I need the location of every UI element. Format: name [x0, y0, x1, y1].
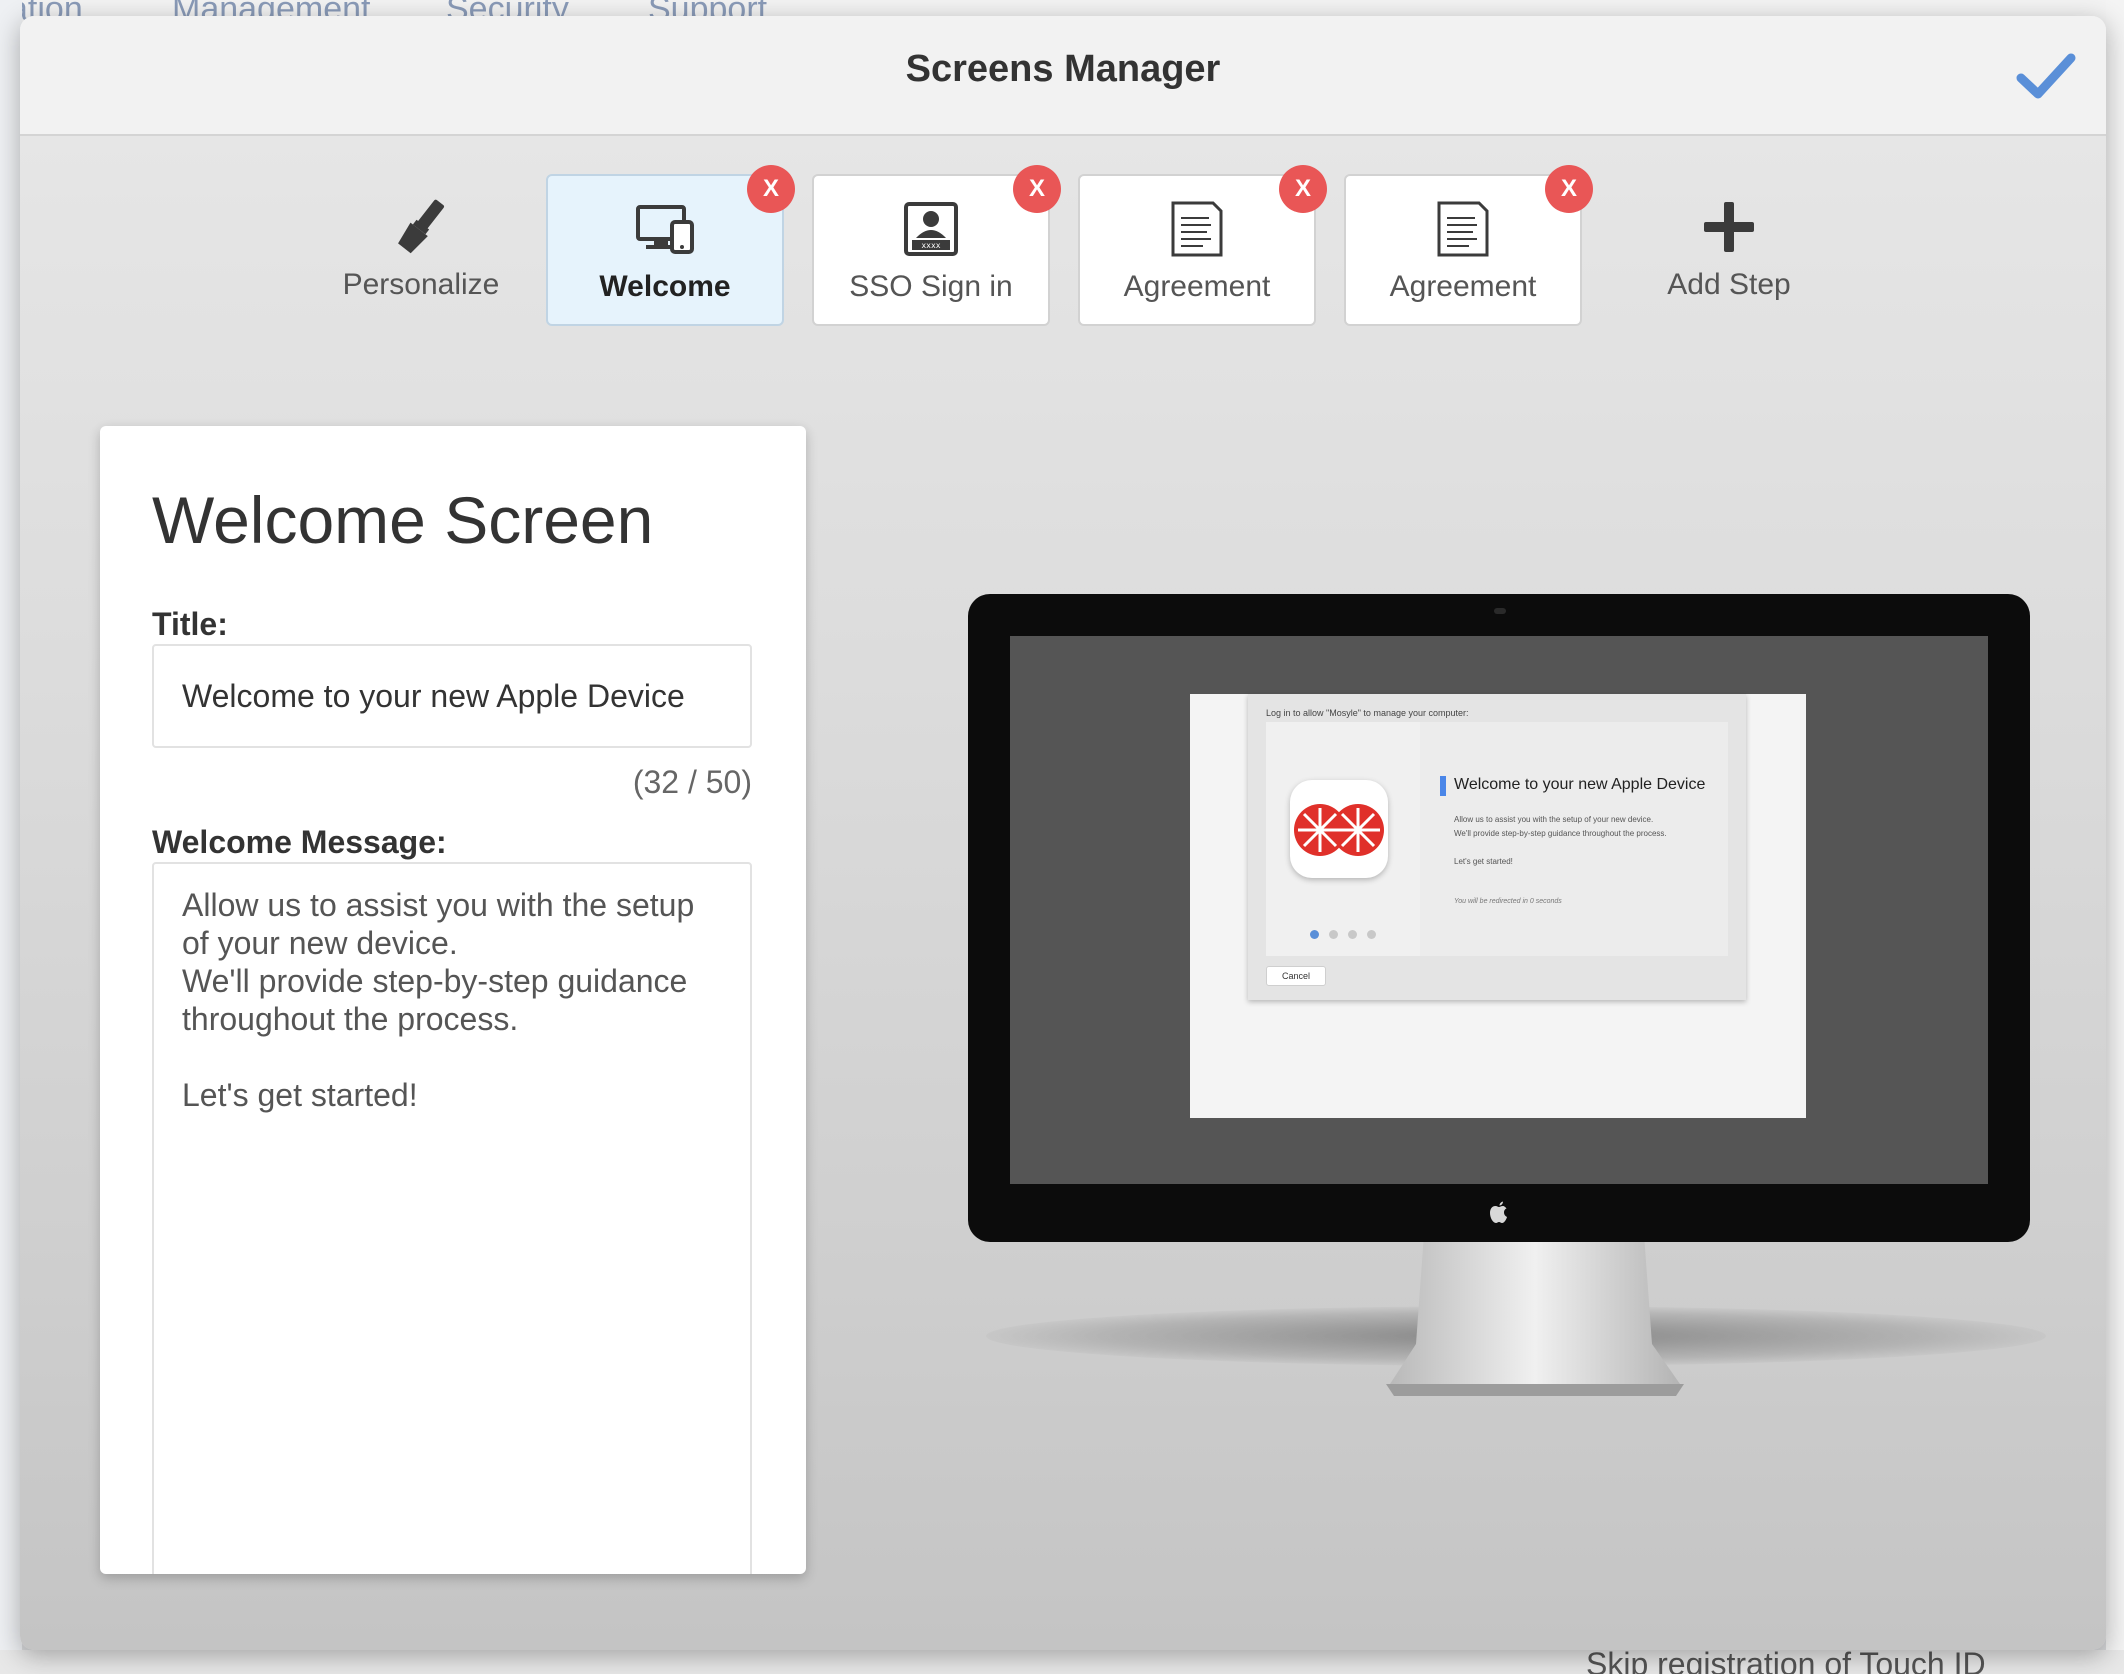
screens-manager-modal: Screens Manager Personalize Welcome X xx…: [20, 16, 2106, 1650]
welcome-message-label: Welcome Message:: [152, 824, 447, 860]
step-label: Welcome: [599, 270, 731, 303]
preview-line-3: Let's get started!: [1454, 857, 1513, 866]
welcome-message-textarea[interactable]: Allow us to assist you with the setup of…: [152, 862, 752, 1574]
remove-step-agreement-2-button[interactable]: X: [1545, 165, 1593, 213]
remove-step-agreement-1-button[interactable]: X: [1279, 165, 1327, 213]
background-bottom-edge: Skip registration of Touch ID: [0, 1646, 2124, 1674]
page-dot: [1367, 930, 1376, 939]
step-label: Personalize: [342, 268, 500, 301]
page-dot: [1348, 930, 1357, 939]
preview-title-accent: [1440, 776, 1446, 796]
imac-preview: Log in to allow "Mosyle" to manage your …: [968, 594, 2030, 1242]
preview-prompt: Log in to allow "Mosyle" to manage your …: [1266, 708, 1469, 718]
page-dot: [1310, 930, 1319, 939]
step-label: SSO Sign in: [849, 270, 1013, 303]
step-label: Agreement: [1389, 270, 1537, 303]
page-dot: [1329, 930, 1338, 939]
preview-title: Welcome to your new Apple Device: [1454, 776, 1706, 793]
modal-title: Screens Manager: [905, 48, 1221, 90]
bg-bottom-text: Skip registration of Touch ID: [1586, 1646, 1986, 1674]
welcome-screen-editor: Welcome Screen Title: (32 / 50) Welcome …: [100, 426, 806, 1574]
title-char-count: (32 / 50): [632, 764, 752, 800]
mosyle-app-icon: [1290, 780, 1388, 878]
document-icon: [1171, 201, 1223, 257]
title-input[interactable]: [152, 644, 752, 748]
step-personalize[interactable]: Personalize: [302, 174, 540, 326]
paintbrush-icon: [398, 199, 445, 254]
modal-header: Screens Manager: [20, 16, 2106, 136]
preview-line-2: We'll provide step-by-step guidance thro…: [1454, 829, 1667, 838]
title-label: Title:: [152, 606, 228, 642]
remove-step-welcome-button[interactable]: X: [747, 165, 795, 213]
plus-icon: [1704, 202, 1754, 252]
preview-line-1: Allow us to assist you with the setup of…: [1454, 815, 1654, 824]
add-step-button[interactable]: Add Step: [1610, 174, 1848, 326]
preview-dialog: Log in to allow "Mosyle" to manage your …: [1190, 694, 1806, 1118]
remove-step-sso-button[interactable]: X: [1013, 165, 1061, 213]
document-icon: [1437, 201, 1489, 257]
preview-panel: Welcome to your new Apple Device Allow u…: [1266, 722, 1728, 956]
monitor-stand: [1386, 1234, 1684, 1396]
camera-dot: [1494, 608, 1506, 614]
page-indicator: [1310, 926, 1386, 944]
step-label: Add Step: [1667, 268, 1791, 301]
editor-heading: Welcome Screen: [152, 483, 654, 557]
preview-icon-pane: [1266, 722, 1420, 956]
imac-screen: Log in to allow "Mosyle" to manage your …: [1010, 636, 1988, 1184]
preview-window: Log in to allow "Mosyle" to manage your …: [1248, 694, 1746, 1000]
svg-text:xxxx: xxxx: [921, 241, 940, 250]
user-card-icon: xxxx: [904, 202, 958, 256]
devices-icon: [636, 205, 694, 254]
preview-redirect-note: You will be redirected in 0 seconds: [1454, 898, 1562, 905]
step-label: Agreement: [1123, 270, 1271, 303]
background-left-edge: [0, 0, 22, 1674]
preview-cancel-button: Cancel: [1266, 966, 1326, 986]
background-right-edge: [2106, 0, 2124, 1674]
checkmark-icon[interactable]: [2016, 50, 2076, 104]
apple-logo-icon: [1490, 1201, 1507, 1223]
